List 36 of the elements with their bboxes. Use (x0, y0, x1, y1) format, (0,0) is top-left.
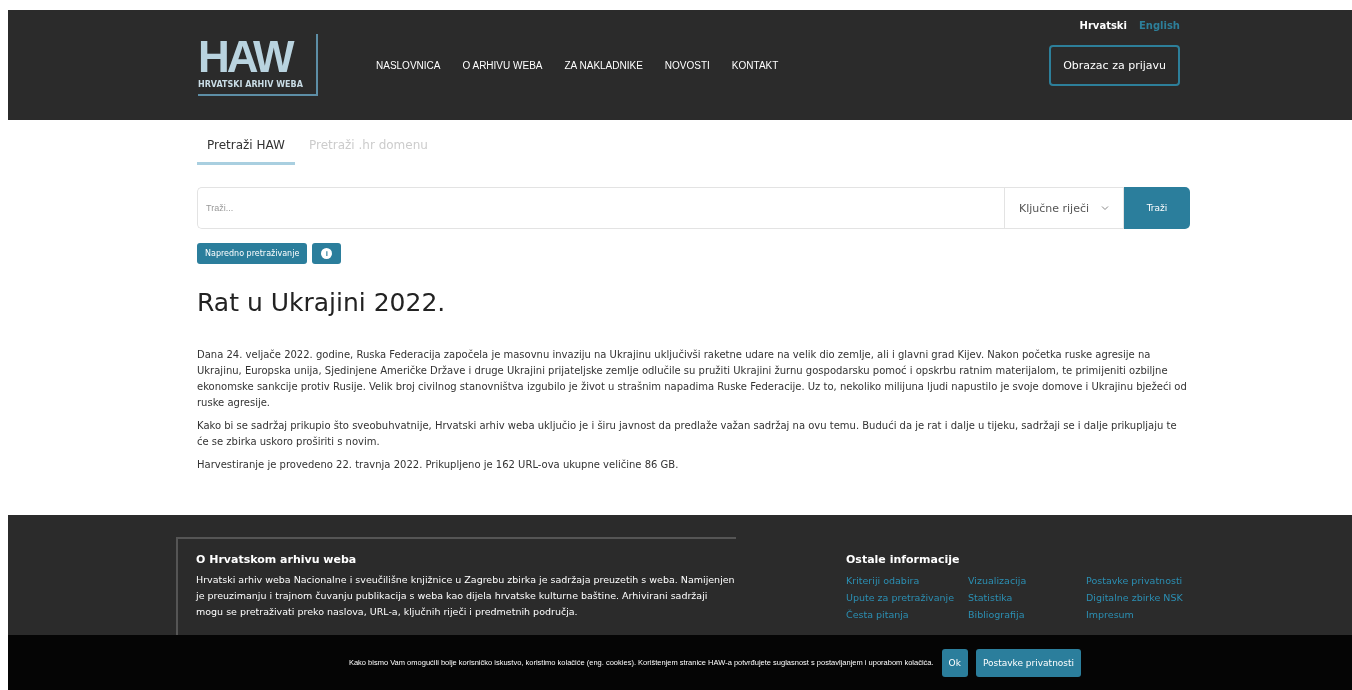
info-button[interactable]: i (312, 243, 342, 264)
cookie-button[interactable]: Postavke privatnosti (975, 648, 1082, 677)
signup-button[interactable]: Obrazac za prijavu (1049, 44, 1180, 86)
nav-link[interactable]: NOVOSTI (664, 59, 710, 71)
page-heading: Rat u Ukrajini 2022. (197, 288, 447, 317)
footer-heading: Ostale informacije (846, 553, 961, 566)
logo[interactable]: HAW HRVATSKI ARHIV WEBA (198, 34, 318, 96)
footer-link[interactable]: Vizualizacija (968, 572, 1072, 589)
footer-link[interactable]: Postavke privatnosti (1086, 572, 1190, 589)
language-link[interactable]: Hrvatski (1079, 20, 1127, 31)
footer-link[interactable]: Digitalne zbirke NSK (1086, 589, 1190, 606)
paragraph: Harvestiranje je provedeno 22. travnja 2022. Prikupljeno je 162 URL-ova ukupne veličine 86 GB. (197, 458, 680, 472)
search-button[interactable]: Traži (1124, 187, 1190, 229)
footer-link[interactable]: Impresum (1086, 606, 1190, 623)
cookie-button[interactable]: Ok (941, 648, 968, 677)
search-tab[interactable]: Pretraži HAW (197, 132, 295, 165)
language-link[interactable]: English (1138, 20, 1180, 31)
footer-link[interactable]: Česta pitanja (846, 606, 955, 623)
footer-link[interactable]: Bibliografija (968, 606, 1072, 623)
paragraph: Dana 24. veljače 2022. godine, Ruska Federacija započela je masovnu invaziju na Ukrajinu uključivši raketne udare na velik dio zemlje, ali i glavni grad Kijev. Nakon početka ruske agresije na Ukrajinu, Europska unija, Sjedinjene Američke Države i druge Ukrajini prijateljske zemlje odlučile su pružiti Ukrajini žurnu gospodarsku pomoć i opskrbu ratnim materijalom, te primijeniti ozbiljne ekonomske sankcije protiv Rusije. Velik broj civilnog stanovništva izgubilo je život u strašnim napadima Ruske Federacije. Uz to, nekoliko milijuna ljudi napustilo je svoje domove i Ukrajinu bježeći od ruske agresije. (197, 348, 1188, 410)
logo-letters: HAW (198, 34, 292, 80)
paragraph: Kako bi se sadržaj prikupio što sveobuhvatnije, Hrvatski arhiv weba uključio je i širu javnost da predlaže važan sadržaj na ovu temu. Budući da je rat i dalje u tijeku, sadržaji se i dalje prikupljaju te će se zbirka uskoro proširiti s novim. (197, 419, 1178, 449)
footer-link[interactable]: Kriteriji odabira (846, 572, 955, 589)
search-field[interactable]: Traži... (197, 187, 1004, 229)
logo-subtitle: HRVATSKI ARHIV WEBA (198, 80, 303, 89)
footer-link[interactable]: Upute za pretraživanje (846, 589, 955, 606)
caret-icon (1101, 204, 1110, 212)
nav-link[interactable]: O ARHIVU WEBA (462, 59, 543, 71)
footer-heading: O Hrvatskom arhivu weba (196, 553, 358, 566)
nav-link[interactable]: KONTAKT (731, 59, 779, 71)
advanced-search-button[interactable]: Napredno pretraživanje (197, 243, 308, 264)
nav-link[interactable]: ZA NAKLADNIKE (564, 59, 643, 71)
nav-link[interactable]: NASLOVNICA (376, 59, 441, 71)
footer-link[interactable]: Statistika (968, 589, 1072, 606)
search-mode-dropdown[interactable]: Ključne riječi (1004, 187, 1124, 229)
footer-text: Hrvatski arhiv weba Nacionalne i sveučilišne knjižnice u Zagrebu zbirka je sadržaja preuzetih s weba. Namijenjen je preuzimanju i trajnom čuvanju publikacija s weba kao dijela hrvatske kulturne baštine. Arhivirani sadržaji mogu se pretraživati preko naslova, URL-a, ključnih riječi i predmetnih područja. (196, 573, 736, 619)
